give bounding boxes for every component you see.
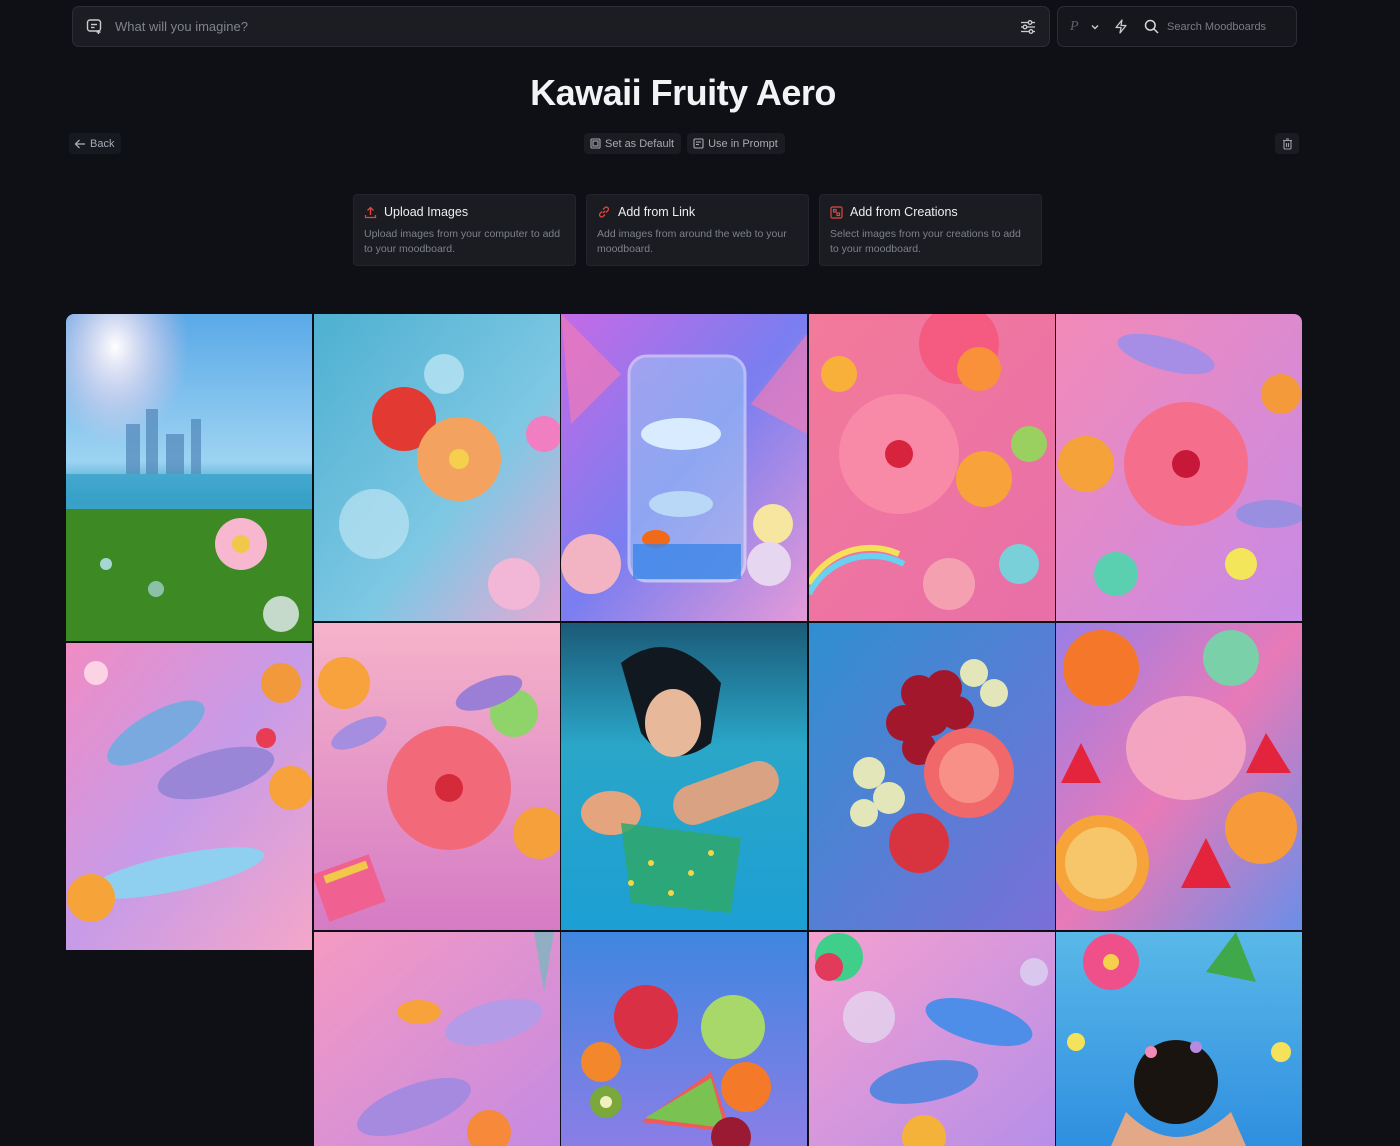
- moodboard-actions: Set as Default Use in Prompt: [584, 133, 785, 154]
- moodboard-image[interactable]: [561, 932, 807, 1146]
- moodboard-image[interactable]: [809, 623, 1055, 930]
- link-icon: [597, 205, 611, 219]
- trash-icon: [1282, 137, 1293, 150]
- back-button[interactable]: Back: [69, 133, 122, 154]
- add-from-creations-title: Add from Creations: [850, 205, 958, 219]
- add-from-link-title: Add from Link: [618, 205, 696, 219]
- back-label: Back: [90, 137, 115, 150]
- moodboard-image[interactable]: [314, 623, 560, 930]
- use-in-prompt-button[interactable]: Use in Prompt: [687, 133, 785, 154]
- moodboard-image[interactable]: [809, 314, 1055, 621]
- add-from-link-card[interactable]: Add from Link Add images from around the…: [586, 194, 809, 266]
- use-in-prompt-icon: [693, 138, 704, 149]
- profile-mark[interactable]: P: [1070, 19, 1082, 35]
- prompt-input[interactable]: [115, 19, 1019, 34]
- page-title: Kawaii Fruity Aero: [530, 72, 836, 113]
- add-from-creations-description: Select images from your creations to add…: [830, 228, 1021, 255]
- use-in-prompt-label: Use in Prompt: [708, 137, 778, 150]
- moodboard-image[interactable]: [1056, 314, 1302, 621]
- moodboard-image[interactable]: [314, 314, 560, 621]
- upload-images-card[interactable]: Upload Images Upload images from your co…: [353, 194, 576, 266]
- delete-moodboard-button[interactable]: [1275, 133, 1299, 154]
- upload-icon: [364, 206, 377, 219]
- arrow-left-icon: [74, 138, 86, 150]
- moodboard-image[interactable]: [809, 932, 1055, 1146]
- add-from-creations-card[interactable]: Add from Creations Select images from yo…: [819, 194, 1042, 266]
- moodboard-image[interactable]: [66, 314, 312, 641]
- set-as-default-label: Set as Default: [605, 137, 675, 150]
- set-as-default-button[interactable]: Set as Default: [584, 133, 682, 154]
- moodboard-image[interactable]: [561, 314, 807, 621]
- moodboard-gallery: [66, 314, 1302, 1146]
- creations-icon: [830, 205, 843, 219]
- upload-images-description: Upload images from your computer to add …: [364, 228, 561, 255]
- search-bar[interactable]: P: [1057, 6, 1297, 47]
- upload-images-title: Upload Images: [384, 205, 469, 219]
- add-from-link-description: Add images from around the web to your m…: [597, 228, 787, 255]
- search-input[interactable]: [1167, 20, 1284, 33]
- set-default-icon: [590, 138, 601, 149]
- sliders-icon[interactable]: [1019, 18, 1037, 36]
- prompt-icon: [85, 18, 103, 36]
- bolt-icon[interactable]: [1114, 19, 1128, 34]
- moodboard-image[interactable]: [314, 932, 560, 1146]
- moodboard-image[interactable]: [561, 623, 807, 930]
- search-icon[interactable]: [1144, 19, 1159, 34]
- moodboard-image[interactable]: [66, 643, 312, 950]
- chevron-down-icon[interactable]: [1090, 22, 1100, 32]
- moodboard-image[interactable]: [1056, 623, 1302, 930]
- prompt-bar[interactable]: [72, 6, 1050, 47]
- moodboard-image[interactable]: [1056, 932, 1302, 1146]
